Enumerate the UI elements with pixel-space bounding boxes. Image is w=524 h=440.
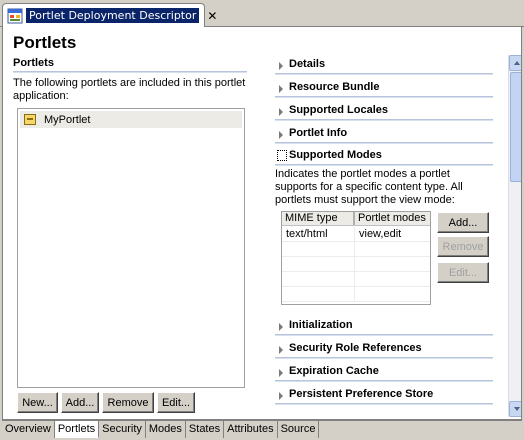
section-portlet-info-label: Portlet Info xyxy=(289,127,348,139)
tree-item-myportlet[interactable]: MyPortlet xyxy=(20,111,242,128)
vertical-scrollbar[interactable] xyxy=(508,55,521,417)
portlets-section-rule xyxy=(13,71,247,73)
descriptor-icon xyxy=(7,8,23,24)
section-rule xyxy=(275,357,493,359)
editor-area: Portlets Portlets The following portlets… xyxy=(2,27,522,420)
column-header-portlet-modes[interactable]: Portlet modes xyxy=(355,212,430,225)
section-rule xyxy=(275,119,493,121)
table-row[interactable]: text/html view,edit xyxy=(282,227,430,242)
section-rule xyxy=(275,334,493,336)
add-mode-button[interactable]: Add... xyxy=(437,212,489,233)
section-expiration-cache-label: Expiration Cache xyxy=(289,365,379,377)
tab-states[interactable]: States xyxy=(185,421,225,438)
section-rule xyxy=(275,96,493,98)
column-header-mime-type[interactable]: MIME type xyxy=(282,212,355,225)
section-rule xyxy=(275,73,493,75)
modes-table-header: MIME type Portlet modes xyxy=(282,212,430,226)
section-initialization[interactable]: Initialization xyxy=(275,317,493,340)
expand-arrow-icon xyxy=(279,346,283,354)
section-rule xyxy=(275,380,493,382)
remove-portlet-button[interactable]: Remove xyxy=(102,392,154,413)
empty-row xyxy=(282,287,430,302)
editor-tabstrip: Portlet Deployment Descriptor ✕ xyxy=(0,0,524,27)
add-portlet-button[interactable]: Add... xyxy=(61,392,99,413)
section-initialization-label: Initialization xyxy=(289,319,353,331)
section-security-role-references-label: Security Role References xyxy=(289,342,422,354)
empty-row xyxy=(282,272,430,287)
section-resource-bundle[interactable]: Resource Bundle xyxy=(275,79,493,102)
close-icon[interactable]: ✕ xyxy=(207,9,217,23)
remove-mode-button[interactable]: Remove xyxy=(437,236,489,257)
cell-portlet-modes: view,edit xyxy=(359,228,402,240)
tree-item-label: MyPortlet xyxy=(44,113,91,126)
expand-arrow-icon xyxy=(279,62,283,70)
editor-tab-title: Portlet Deployment Descriptor xyxy=(26,8,200,23)
section-persistent-preference-store[interactable]: Persistent Preference Store xyxy=(275,386,493,409)
scrollbar-thumb[interactable] xyxy=(510,72,521,182)
editor-tab[interactable]: Portlet Deployment Descriptor ✕ xyxy=(2,3,217,27)
portlet-icon xyxy=(24,114,36,125)
editor-page-tabs: Overview Portlets Security Modes States … xyxy=(2,420,522,438)
expand-arrow-icon xyxy=(279,323,283,331)
collapse-toggle-icon[interactable] xyxy=(277,150,287,161)
section-supported-modes[interactable]: Supported Modes xyxy=(275,148,493,168)
section-portlet-info[interactable]: Portlet Info xyxy=(275,125,493,148)
expand-arrow-icon xyxy=(279,85,283,93)
section-expiration-cache[interactable]: Expiration Cache xyxy=(275,363,493,386)
portlets-description: The following portlets are included in t… xyxy=(13,77,246,102)
modes-table[interactable]: MIME type Portlet modes text/html view,e… xyxy=(281,211,431,305)
tab-portlets[interactable]: Portlets xyxy=(54,421,100,438)
section-rule xyxy=(275,164,493,166)
section-persistent-preference-store-label: Persistent Preference Store xyxy=(289,388,434,400)
section-details-label: Details xyxy=(289,58,326,70)
tab-attributes[interactable]: Attributes xyxy=(224,421,278,438)
tab-modes[interactable]: Modes xyxy=(145,421,186,438)
portlets-section-title: Portlets xyxy=(13,57,54,69)
section-supported-locales-label: Supported Locales xyxy=(289,104,389,116)
section-rule xyxy=(275,142,493,144)
section-supported-locales[interactable]: Supported Locales xyxy=(275,102,493,125)
cell-mime-type: text/html xyxy=(282,227,355,241)
tab-security[interactable]: Security xyxy=(99,421,146,438)
edit-mode-button[interactable]: Edit... xyxy=(437,262,489,283)
empty-row xyxy=(282,242,430,257)
scroll-up-icon[interactable] xyxy=(509,55,521,71)
new-portlet-button[interactable]: New... xyxy=(17,392,58,413)
section-resource-bundle-label: Resource Bundle xyxy=(289,81,380,93)
tab-overview[interactable]: Overview xyxy=(2,421,55,438)
section-rule xyxy=(275,403,493,405)
supported-modes-description: Indicates the portlet modes a portlet su… xyxy=(275,168,463,206)
expand-arrow-icon xyxy=(279,392,283,400)
edit-portlet-button[interactable]: Edit... xyxy=(157,392,195,413)
scroll-down-icon[interactable] xyxy=(509,401,521,417)
expand-arrow-icon xyxy=(279,369,283,377)
page-title: Portlets xyxy=(13,33,77,52)
tab-source[interactable]: Source xyxy=(277,421,320,438)
section-details[interactable]: Details xyxy=(275,56,493,79)
section-supported-modes-label: Supported Modes xyxy=(289,149,382,161)
section-security-role-references[interactable]: Security Role References xyxy=(275,340,493,363)
expand-arrow-icon xyxy=(279,131,283,139)
expand-arrow-icon xyxy=(279,108,283,116)
portlets-tree[interactable]: MyPortlet xyxy=(17,108,245,388)
empty-row xyxy=(282,257,430,272)
